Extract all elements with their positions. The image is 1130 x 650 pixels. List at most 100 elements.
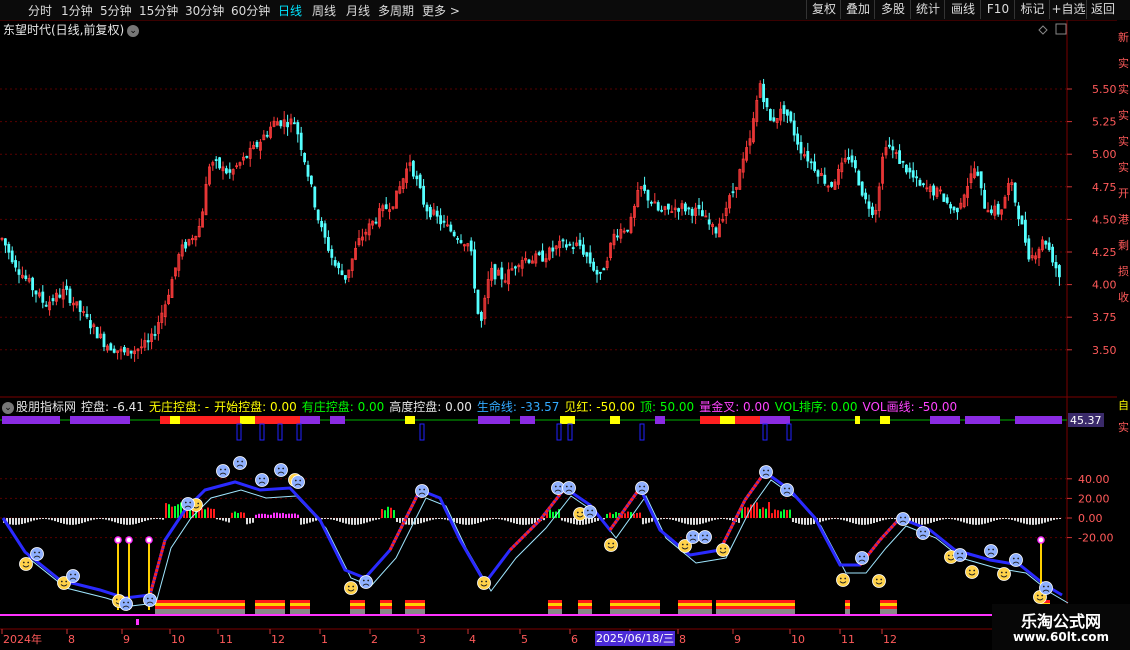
candle-body (996, 203, 1000, 215)
histogram-bar (36, 518, 38, 520)
kline-chart-area[interactable]: 5.505.255.004.754.504.254.003.753.5040.0… (0, 20, 1117, 650)
smile-face-icon (997, 567, 1011, 581)
face-eye (875, 578, 878, 581)
histogram-bar (75, 518, 77, 525)
candle-body (949, 204, 952, 209)
candle-body (456, 238, 460, 240)
indicator-field-4: 高度控盘: 0.00 (389, 400, 472, 414)
candle-body (1020, 215, 1024, 225)
status-block (70, 416, 130, 424)
toolbar-button-5[interactable]: F10 (980, 0, 1015, 19)
histogram-bar (1038, 518, 1040, 525)
face-eye (956, 552, 959, 555)
period-tab-0[interactable]: 分时 (28, 2, 52, 19)
toolbar-button-0[interactable]: 复权 (806, 0, 841, 19)
period-tab-8[interactable]: 月线 (346, 2, 370, 19)
diamond-icon[interactable] (1038, 25, 1048, 35)
face-eye (565, 485, 568, 488)
volume-block-base (880, 609, 897, 614)
histogram-bar (789, 509, 791, 518)
histogram-bar (276, 512, 278, 518)
toolbar-button-1[interactable]: 叠加 (840, 0, 875, 19)
price-tick-label: 4.25 (1092, 246, 1117, 259)
histogram-bar (651, 518, 653, 522)
sad-face-icon (759, 465, 773, 479)
face-circle (1009, 553, 1023, 567)
face-circle (716, 543, 730, 557)
histogram-bar (87, 518, 89, 522)
histogram-bar (672, 518, 674, 520)
period-tab-2[interactable]: 5分钟 (100, 2, 132, 19)
period-tab-10[interactable]: 更多 > (422, 2, 460, 19)
candle-body (449, 224, 453, 232)
period-tab-3[interactable]: 15分钟 (139, 2, 178, 19)
sad-face-icon (415, 484, 429, 498)
period-tab-7[interactable]: 周线 (312, 2, 336, 19)
candle-body (656, 202, 660, 211)
x-tick-label: 8 (679, 633, 686, 646)
candle-body (14, 260, 18, 268)
candle-body (799, 141, 803, 154)
price-tick-label: 5.50 (1092, 83, 1117, 96)
face-eye (367, 579, 370, 582)
indicator-name[interactable]: 股朋指标网 (16, 400, 76, 414)
maximize-icon[interactable] (1055, 23, 1067, 35)
face-eye (904, 516, 907, 519)
sad-face-icon (1009, 553, 1023, 567)
face-eye (681, 543, 684, 546)
period-tab-1[interactable]: 1分钟 (61, 2, 93, 19)
period-tab-4[interactable]: 30分钟 (185, 2, 224, 19)
smile-face-icon (836, 573, 850, 587)
face-eye (638, 485, 641, 488)
status-block (478, 416, 510, 424)
volume-block-band (380, 603, 392, 606)
period-tab-5[interactable]: 60分钟 (231, 2, 270, 19)
histogram-bar (159, 518, 161, 520)
histogram-bar (213, 508, 215, 518)
histogram-bar (96, 518, 98, 520)
candle-body (89, 320, 92, 329)
candle-body (296, 122, 300, 135)
face-eye (485, 580, 488, 583)
toolbar-button-4[interactable]: 画线 (944, 0, 981, 19)
face-eye (968, 569, 971, 572)
histogram-bar (363, 518, 365, 524)
ind-tick-label: -20.00 (1078, 532, 1113, 545)
histogram-bar (720, 518, 722, 519)
histogram-bar (147, 518, 149, 521)
candle-body (422, 185, 426, 205)
histogram-bar (306, 518, 308, 524)
histogram-bar (105, 518, 107, 520)
period-tab-6[interactable]: 日线 (278, 2, 302, 19)
histogram-bar (42, 518, 44, 519)
volume-block-band (290, 603, 310, 606)
candle-body (792, 120, 796, 136)
histogram-bar (972, 518, 974, 525)
indicator-menu-icon[interactable]: ⌄ (2, 401, 14, 414)
period-tab-9[interactable]: 多周期 (378, 2, 414, 19)
toolbar-button-7[interactable]: +自选 (1049, 0, 1087, 19)
candle-body (701, 210, 704, 217)
histogram-bar (186, 510, 188, 518)
toolbar-button-8[interactable]: 返回 (1086, 0, 1119, 19)
signal-tick (567, 423, 573, 441)
histogram-bar (795, 518, 797, 523)
histogram-bar (309, 518, 311, 523)
histogram-bar (549, 509, 551, 518)
histogram-bar (282, 512, 284, 518)
histogram-bar (378, 518, 380, 520)
histogram-bar (1050, 518, 1052, 521)
histogram-bar (543, 518, 545, 521)
histogram-bar (111, 518, 113, 522)
toolbar-button-3[interactable]: 统计 (910, 0, 945, 19)
histogram-bar (261, 513, 263, 518)
histogram-bar (1002, 518, 1004, 520)
candle-body (1058, 265, 1061, 278)
sad-face-icon (30, 547, 44, 561)
histogram-bar (513, 518, 515, 524)
histogram-bar (828, 518, 830, 520)
face-eye (924, 530, 927, 533)
toolbar-button-6[interactable]: 标记 (1014, 0, 1050, 19)
toolbar-button-2[interactable]: 多股 (874, 0, 911, 19)
candle-body (541, 250, 544, 262)
